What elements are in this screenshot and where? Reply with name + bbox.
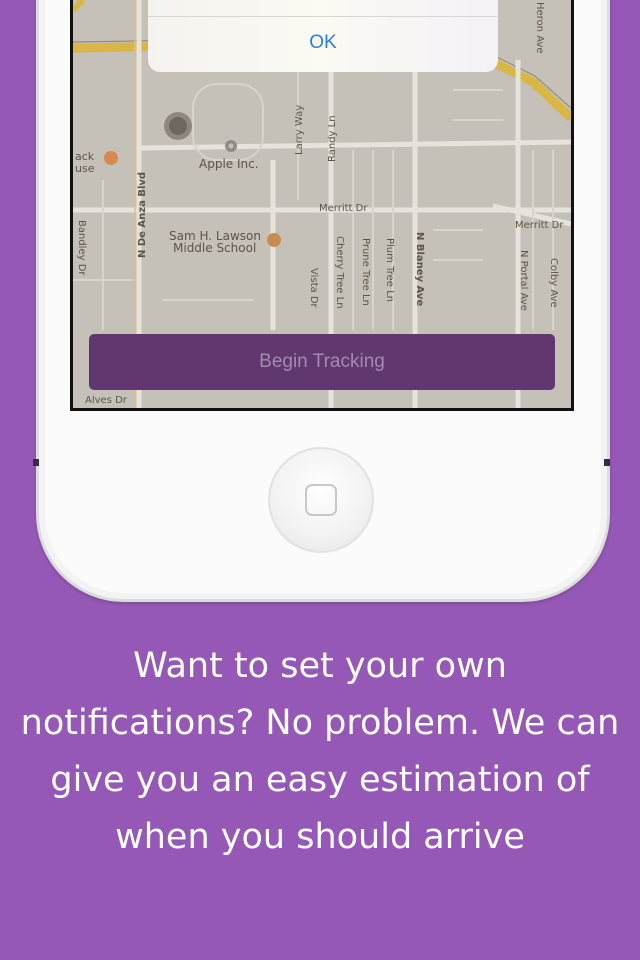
map-label-alves: Alves Dr	[85, 395, 128, 406]
map-label-vista: Vista Dr	[308, 268, 319, 309]
map-label-merritt-left: Merritt Dr	[319, 203, 368, 214]
map-label-merritt-right: Merritt Dr	[515, 220, 564, 231]
home-button[interactable]	[268, 447, 374, 553]
map-label-de-anza: N De Anza Blvd	[137, 172, 148, 258]
map-label-randy: Randy Ln	[327, 115, 338, 162]
map-label-blaney: N Blaney Ave	[414, 232, 425, 306]
map-label-portal: N Portal Ave	[518, 250, 529, 311]
map-label-larry: Larry Way	[294, 105, 305, 155]
map-label-plum: Plum Tree Ln	[384, 238, 395, 302]
phone-side-button-left	[33, 459, 39, 466]
alert-ok-button[interactable]: OK	[148, 32, 498, 58]
home-square-icon	[305, 484, 337, 516]
alert-dialog: OK	[148, 0, 498, 72]
phone-side-button-right	[604, 459, 610, 466]
map-label-cherry: Cherry Tree Ln	[334, 236, 345, 309]
map-label-colby: Colby Ave	[548, 258, 559, 308]
map-label-bandley: Bandley Dr	[76, 220, 87, 276]
caption-text: Want to set your own notifications? No p…	[20, 646, 620, 857]
map-label-lawson-2: Middle School	[173, 241, 256, 255]
map-label-apple: Apple Inc.	[199, 157, 259, 171]
phone-screen: Apple Inc. Sam H. Lawson Middle School M…	[70, 0, 574, 411]
alert-divider	[148, 16, 498, 17]
begin-tracking-button[interactable]: Begin Tracking	[89, 334, 555, 390]
map-label-black-2: use	[75, 162, 95, 175]
map-label-heron: Heron Ave	[534, 2, 545, 54]
map-label-prune: Prune Tree Ln	[360, 238, 371, 306]
